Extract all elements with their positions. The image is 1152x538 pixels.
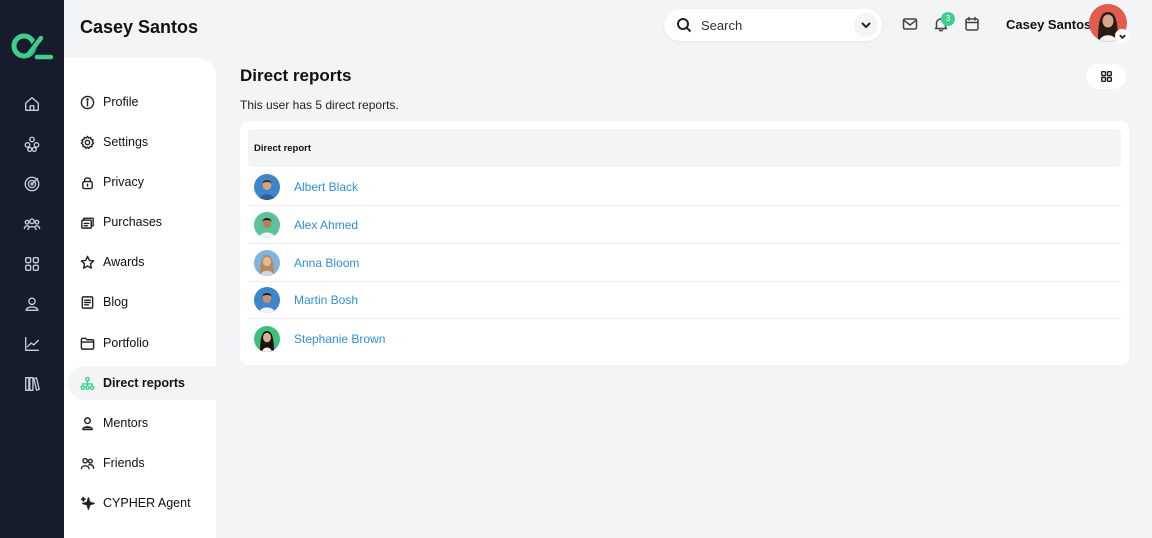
- profile-menu-toggle[interactable]: [1115, 29, 1129, 43]
- subnav-item-cypher-agent[interactable]: CYPHER Agent: [68, 486, 216, 520]
- lock-icon: [82, 176, 93, 189]
- subnav-item-awards[interactable]: Awards: [68, 245, 216, 279]
- search-input[interactable]: [701, 17, 841, 33]
- notification-badge: 3: [941, 12, 955, 26]
- friends-icon: [80, 457, 95, 469]
- subnav-item-blog[interactable]: Blog: [68, 285, 216, 319]
- subnav-item-label: Friends: [103, 456, 145, 470]
- subnav-item-mentors[interactable]: Mentors: [68, 406, 216, 440]
- search-scope-dropdown[interactable]: [854, 13, 878, 37]
- table-row[interactable]: Stephanie Brown: [248, 320, 1121, 357]
- subnav-item-label: Awards: [103, 255, 145, 269]
- profile-subnav: Profile Settings Privacy Purchases Award…: [64, 58, 216, 538]
- table-row[interactable]: Anna Bloom: [248, 245, 1121, 282]
- mail-icon[interactable]: [902, 16, 920, 34]
- subnav-item-portfolio[interactable]: Portfolio: [68, 326, 216, 360]
- chevron-down-icon: [1118, 34, 1126, 39]
- subnav-item-label: Profile: [103, 95, 139, 109]
- report-name-link[interactable]: Albert Black: [294, 180, 358, 194]
- report-name-link[interactable]: Martin Bosh: [294, 293, 358, 307]
- apps-icon[interactable]: [22, 254, 42, 274]
- avatar[interactable]: [254, 287, 280, 313]
- calendar-icon[interactable]: [964, 16, 982, 34]
- user-icon[interactable]: [22, 294, 42, 314]
- subnav-item-label: Privacy: [103, 175, 144, 189]
- star-icon: [80, 255, 95, 269]
- subnav-item-friends[interactable]: Friends: [68, 446, 216, 480]
- page-title: Direct reports: [240, 66, 352, 85]
- chevron-down-icon: [861, 22, 871, 29]
- folder-icon: [80, 337, 95, 350]
- app-rail: [0, 0, 64, 538]
- profile-name[interactable]: Casey Santos: [1006, 17, 1091, 32]
- subnav-item-label: CYPHER Agent: [103, 496, 191, 510]
- sparkle-icon: [80, 496, 95, 510]
- subnav-item-label: Settings: [103, 135, 149, 149]
- info-icon: [80, 95, 95, 109]
- page-subtitle: This user has 5 direct reports.: [240, 98, 399, 112]
- library-icon[interactable]: [22, 374, 42, 394]
- subnav-item-label: Mentors: [103, 416, 149, 430]
- subnav-item-label: Portfolio: [103, 336, 149, 350]
- subnav-item-direct-reports[interactable]: Direct reports: [68, 366, 216, 400]
- blog-icon: [81, 295, 94, 309]
- brand-logo[interactable]: [11, 30, 53, 62]
- avatar[interactable]: [254, 174, 280, 200]
- avatar[interactable]: [254, 250, 280, 276]
- purchases-icon: [81, 217, 94, 229]
- org-chart-icon: [80, 376, 95, 390]
- table-row[interactable]: Martin Bosh: [248, 282, 1121, 319]
- table-row[interactable]: Albert Black: [248, 169, 1121, 206]
- avatar[interactable]: [254, 325, 280, 352]
- table-row[interactable]: Alex Ahmed: [248, 207, 1121, 244]
- report-name-link[interactable]: Anna Bloom: [294, 256, 359, 270]
- search-icon: [677, 18, 692, 33]
- subnav-item-label: Blog: [103, 295, 129, 309]
- mentor-icon: [82, 416, 93, 430]
- column-header-direct-report: Direct report: [254, 142, 312, 154]
- view-toggle-button[interactable]: [1086, 64, 1126, 89]
- chart-icon[interactable]: [22, 334, 42, 354]
- subnav-item-label: Purchases: [103, 215, 163, 229]
- top-header: Casey Santos 3 Casey Santos: [64, 0, 1152, 58]
- avatar[interactable]: [254, 212, 280, 238]
- subnav-item-profile[interactable]: Profile: [68, 85, 216, 119]
- report-name-link[interactable]: Stephanie Brown: [294, 332, 385, 346]
- grid-view-icon: [1100, 71, 1112, 82]
- team-icon[interactable]: [22, 214, 42, 234]
- search-bar[interactable]: [664, 9, 882, 41]
- subnav-item-privacy[interactable]: Privacy: [68, 165, 216, 199]
- subnav-item-settings[interactable]: Settings: [68, 125, 216, 159]
- home-icon[interactable]: [22, 94, 42, 114]
- subnav-item-label: Direct reports: [103, 376, 185, 390]
- target-icon[interactable]: [22, 174, 42, 194]
- network-icon[interactable]: [22, 134, 42, 154]
- table-header: Direct report: [248, 129, 1121, 167]
- subnav-item-purchases[interactable]: Purchases: [68, 205, 216, 239]
- report-name-link[interactable]: Alex Ahmed: [294, 218, 358, 232]
- page-user-title: Casey Santos: [80, 17, 199, 37]
- direct-reports-table: Direct report Albert Black Alex Ahmed An…: [240, 121, 1129, 365]
- gear-icon: [80, 135, 95, 149]
